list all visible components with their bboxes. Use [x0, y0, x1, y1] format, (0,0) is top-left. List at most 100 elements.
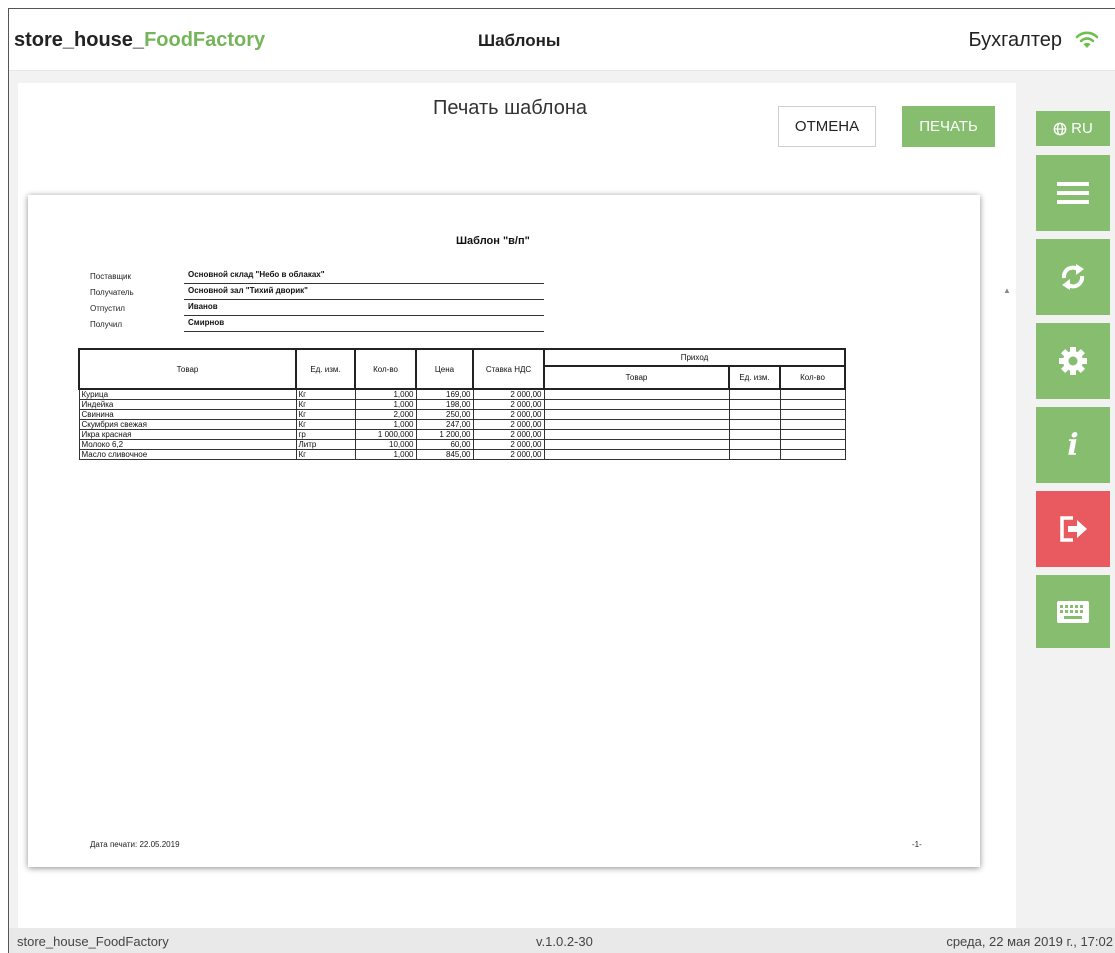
- cell-unit: Литр: [295, 439, 356, 450]
- header-field-value: Смирнов: [188, 318, 225, 327]
- cell-qty: 1,000: [354, 449, 417, 460]
- header-field-value: Основной склад "Небо в облаках": [188, 270, 325, 279]
- cell-receipt-item: [543, 388, 730, 400]
- cell-receipt-unit: [728, 399, 781, 410]
- language-label: RU: [1071, 120, 1093, 137]
- cell-vat: 2 000,00: [472, 419, 545, 430]
- column-header-item: Товар: [78, 348, 297, 390]
- cell-item: Курица: [78, 388, 297, 400]
- cell-receipt-qty: [779, 429, 846, 440]
- print-dialog: Печать шаблона ОТМЕНА ПЕЧАТЬ Шаблон "в/п…: [18, 83, 1016, 929]
- underline: [184, 299, 544, 300]
- print-button[interactable]: ПЕЧАТЬ: [902, 106, 995, 147]
- table-row: Масло сливочное Кг 1,000 845,00 2 000,00: [78, 449, 846, 460]
- document-preview[interactable]: Шаблон "в/п" Поставщик Основной склад "Н…: [18, 181, 1011, 913]
- cell-receipt-unit: [728, 388, 781, 400]
- cell-qty: 1 000,000: [354, 429, 417, 440]
- dialog-title: Печать шаблона: [433, 97, 587, 119]
- cell-unit: гр: [295, 429, 356, 440]
- cell-vat: 2 000,00: [472, 409, 545, 420]
- cell-item: Скумбрия свежая: [78, 419, 297, 430]
- column-header-price: Цена: [415, 348, 474, 390]
- cell-qty: 1,000: [354, 399, 417, 410]
- document-title: Шаблон "в/п": [456, 235, 530, 247]
- status-datetime: среда, 22 мая 2019 г., 17:02: [946, 934, 1113, 949]
- info-icon: i: [1067, 427, 1079, 463]
- cell-qty: 1,000: [354, 419, 417, 430]
- menu-button[interactable]: [1036, 155, 1110, 231]
- sync-button[interactable]: [1036, 239, 1110, 315]
- column-header-vat: Ставка НДС: [472, 348, 545, 390]
- cell-receipt-item: [543, 409, 730, 420]
- underline: [184, 283, 544, 284]
- logout-icon: [1060, 516, 1087, 542]
- cell-receipt-unit: [728, 409, 781, 420]
- cell-receipt-item: [543, 439, 730, 450]
- logout-button[interactable]: [1036, 491, 1110, 567]
- cell-unit: Кг: [295, 409, 356, 420]
- header-field-label: Получатель: [90, 288, 134, 297]
- cell-receipt-qty: [779, 409, 846, 420]
- sync-icon: [1061, 264, 1085, 290]
- language-button[interactable]: RU: [1036, 111, 1110, 146]
- status-bar: store_house_FoodFactory v.1.0.2-30 среда…: [9, 928, 1115, 953]
- cell-price: 247,00: [415, 419, 474, 430]
- scroll-up-arrow-icon[interactable]: ▲: [1003, 286, 1011, 295]
- table-row: Скумбрия свежая Кг 1,000 247,00 2 000,00: [78, 419, 846, 430]
- keyboard-icon: [1057, 600, 1089, 623]
- header-field-value: Основной зал "Тихий дворик": [188, 286, 308, 295]
- cell-receipt-unit: [728, 419, 781, 430]
- cell-vat: 2 000,00: [472, 388, 545, 400]
- settings-button[interactable]: [1036, 323, 1110, 399]
- cell-qty: 1,000: [354, 388, 417, 400]
- cell-price: 169,00: [415, 388, 474, 400]
- cell-qty: 10,000: [354, 439, 417, 450]
- table-row: Икра красная гр 1 000,000 1 200,00 2 000…: [78, 429, 846, 440]
- cell-receipt-unit: [728, 439, 781, 450]
- page-number: -1-: [912, 840, 922, 849]
- cell-receipt-qty: [779, 399, 846, 410]
- header-field-received-by: Получил Смирнов: [90, 318, 560, 334]
- cell-qty: 2,000: [354, 409, 417, 420]
- cell-receipt-item: [543, 419, 730, 430]
- header-field-value: Иванов: [188, 302, 218, 311]
- underline: [184, 315, 544, 316]
- goods-table: Товар Ед. изм. Кол-во Цена Ставка НДС Пр…: [78, 348, 846, 460]
- column-group-receipt: Приход: [543, 348, 846, 367]
- info-button[interactable]: i: [1036, 407, 1110, 483]
- header-field-recipient: Получатель Основной зал "Тихий дворик": [90, 286, 560, 302]
- cell-vat: 2 000,00: [472, 449, 545, 460]
- cell-receipt-item: [543, 429, 730, 440]
- document-page: Шаблон "в/п" Поставщик Основной склад "Н…: [28, 195, 980, 867]
- globe-icon: [1053, 122, 1067, 135]
- table-row: Молоко 6,2 Литр 10,000 60,00 2 000,00: [78, 439, 846, 450]
- keyboard-button[interactable]: [1036, 575, 1110, 648]
- column-header-receipt-item: Товар: [543, 365, 730, 390]
- wifi-icon: [1075, 31, 1099, 48]
- header-field-label: Отпустил: [90, 304, 125, 313]
- top-bar: store_house_FoodFactory Шаблоны Бухгалте…: [9, 9, 1115, 71]
- cell-item: Масло сливочное: [78, 449, 297, 460]
- cell-unit: Кг: [295, 419, 356, 430]
- header-field-released-by: Отпустил Иванов: [90, 302, 560, 318]
- print-date: Дата печати: 22.05.2019: [90, 840, 180, 849]
- cell-vat: 2 000,00: [472, 429, 545, 440]
- cell-unit: Кг: [295, 449, 356, 460]
- cell-receipt-qty: [779, 419, 846, 430]
- header-field-label: Получил: [90, 320, 122, 329]
- cell-unit: Кг: [295, 388, 356, 400]
- cell-receipt-item: [543, 399, 730, 410]
- cancel-button[interactable]: ОТМЕНА: [778, 106, 876, 147]
- cell-item: Свинина: [78, 409, 297, 420]
- cell-vat: 2 000,00: [472, 439, 545, 450]
- menu-icon: [1057, 182, 1089, 204]
- underline: [184, 331, 544, 332]
- cell-price: 1 200,00: [415, 429, 474, 440]
- app-brand: store_house_FoodFactory: [14, 29, 266, 51]
- status-version: v.1.0.2-30: [536, 934, 593, 949]
- cell-item: Молоко 6,2: [78, 439, 297, 450]
- cell-receipt-unit: [728, 449, 781, 460]
- table-row: Свинина Кг 2,000 250,00 2 000,00: [78, 409, 846, 420]
- cell-receipt-qty: [779, 388, 846, 400]
- user-role[interactable]: Бухгалтер: [968, 29, 1062, 52]
